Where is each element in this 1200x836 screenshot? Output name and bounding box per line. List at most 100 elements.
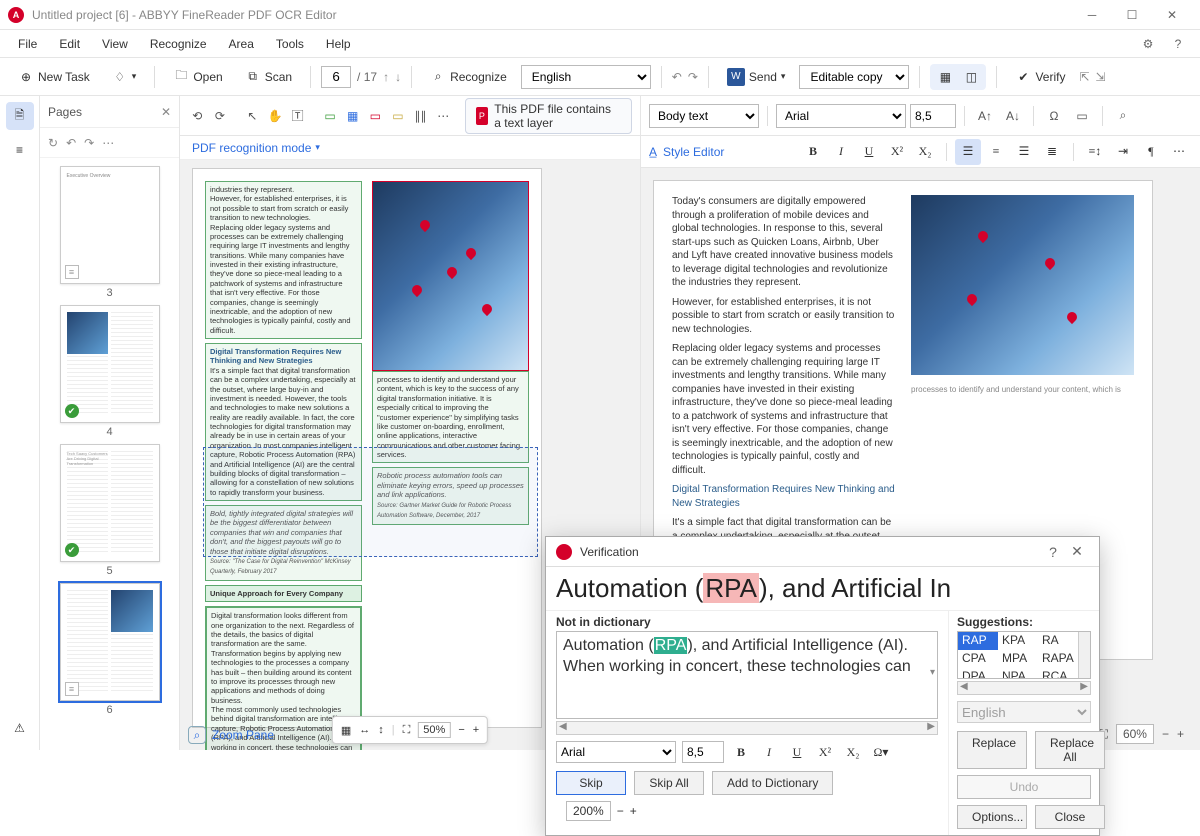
skip-all-button[interactable]: Skip All bbox=[634, 771, 704, 795]
thumb-redo-icon[interactable]: ↷ bbox=[84, 136, 94, 150]
pdf-mode-label[interactable]: PDF recognition mode bbox=[192, 141, 311, 155]
dialog-close-icon[interactable]: ✕ bbox=[1065, 543, 1089, 560]
picture-area[interactable] bbox=[372, 181, 529, 371]
menu-tools[interactable]: Tools bbox=[266, 33, 314, 55]
new-task-button[interactable]: ⊕New Task bbox=[10, 65, 98, 89]
menu-view[interactable]: View bbox=[92, 33, 138, 55]
thumb-5[interactable]: Tech Saavy Customers Are Driving Digital… bbox=[60, 444, 160, 577]
menu-recognize[interactable]: Recognize bbox=[140, 33, 217, 55]
area-table-icon[interactable]: ▦ bbox=[343, 103, 362, 129]
scroll-down-icon[interactable]: ▾ bbox=[930, 666, 935, 679]
picture-icon[interactable]: ▭ bbox=[1070, 104, 1094, 128]
thumb-6[interactable]: ≡6 bbox=[60, 583, 160, 716]
font-select[interactable]: Arial bbox=[776, 104, 906, 128]
thumb-4[interactable]: ✔4 bbox=[60, 305, 160, 438]
area-text-icon[interactable]: ▭ bbox=[321, 103, 340, 129]
next-error-icon[interactable]: ⇲ bbox=[1096, 70, 1106, 84]
replace-all-button[interactable]: Replace All bbox=[1035, 731, 1105, 769]
redo-icon[interactable]: ↷ bbox=[688, 70, 698, 84]
language-select[interactable]: English bbox=[521, 65, 651, 89]
undo-button[interactable]: Undo bbox=[957, 775, 1091, 799]
hand-icon[interactable]: ✋ bbox=[266, 103, 285, 129]
indent-icon[interactable]: ⇥ bbox=[1110, 139, 1136, 165]
stack-button[interactable]: ♢▾ bbox=[104, 65, 145, 89]
verification-textarea[interactable]: Automation (RPA), and Artificial Intelli… bbox=[556, 631, 938, 719]
verif-font-select[interactable]: Arial bbox=[556, 741, 676, 763]
subscript-icon[interactable]: X₂ bbox=[842, 741, 864, 763]
mode-list[interactable]: ≡ bbox=[6, 136, 34, 164]
subscript-icon[interactable]: X₂ bbox=[912, 139, 938, 165]
help-icon[interactable]: ? bbox=[1164, 32, 1192, 56]
send-button[interactable]: WSend▾ bbox=[719, 64, 794, 90]
save-mode-select[interactable]: Editable copy bbox=[799, 65, 909, 89]
menu-help[interactable]: Help bbox=[316, 33, 361, 55]
zoom-pane-toggle[interactable]: ⌕ Zoom Pane bbox=[188, 726, 274, 744]
minimize-button[interactable]: ─ bbox=[1072, 1, 1112, 29]
page-up-icon[interactable]: ↑ bbox=[383, 70, 389, 84]
area-background-icon[interactable]: ▭ bbox=[389, 103, 408, 129]
suggestions-hscroll[interactable] bbox=[957, 681, 1091, 695]
zoom-in-icon[interactable]: + bbox=[1177, 727, 1184, 741]
area-barcode-icon[interactable]: ∥∥ bbox=[411, 103, 430, 129]
align-center-icon[interactable]: ≡ bbox=[983, 139, 1009, 165]
select-text-icon[interactable]: 🅃 bbox=[288, 103, 307, 129]
search-icon[interactable]: ⌕ bbox=[1111, 104, 1135, 128]
textarea-hscroll[interactable] bbox=[556, 721, 938, 735]
prev-error-icon[interactable]: ⇱ bbox=[1079, 70, 1089, 84]
fullscreen-icon[interactable]: ⛶ bbox=[403, 724, 411, 737]
thumb-3[interactable]: Executive Overview≡3 bbox=[60, 166, 160, 299]
zoom-in-icon[interactable]: + bbox=[630, 804, 637, 818]
view-image-icon[interactable]: ▦ bbox=[932, 66, 958, 88]
thumb-refresh-icon[interactable]: ↻ bbox=[48, 136, 58, 150]
verify-button[interactable]: ✔Verify bbox=[1007, 65, 1073, 89]
rotate-left-icon[interactable]: ⟲ bbox=[188, 103, 207, 129]
grid-icon[interactable]: ▦ bbox=[341, 724, 351, 737]
view-split-icon[interactable]: ◫ bbox=[958, 66, 984, 88]
verif-zoom-value[interactable]: 200% bbox=[566, 801, 611, 821]
fit-page-icon[interactable]: ↕ bbox=[378, 724, 384, 736]
more-format-icon[interactable]: ⋯ bbox=[1166, 139, 1192, 165]
superscript-icon[interactable]: X² bbox=[814, 741, 836, 763]
verif-language-select[interactable]: English bbox=[957, 701, 1091, 723]
menu-file[interactable]: File bbox=[8, 33, 47, 55]
text-zoom-value[interactable]: 60% bbox=[1116, 724, 1154, 744]
selection-overlay[interactable] bbox=[203, 447, 538, 557]
italic-icon[interactable]: I bbox=[828, 139, 854, 165]
thumb-more-icon[interactable]: ⋯ bbox=[102, 136, 114, 150]
close-button[interactable]: ✕ bbox=[1152, 1, 1192, 29]
page-down-icon[interactable]: ↓ bbox=[395, 70, 401, 84]
zoom-out-icon[interactable]: − bbox=[458, 724, 464, 736]
pages-close-icon[interactable]: ✕ bbox=[161, 105, 171, 119]
superscript-icon[interactable]: X² bbox=[884, 139, 910, 165]
open-button[interactable]: 🗀Open bbox=[165, 65, 230, 89]
area-more-icon[interactable]: ⋯ bbox=[434, 103, 453, 129]
show-marks-icon[interactable]: ¶ bbox=[1138, 139, 1164, 165]
bold-icon[interactable]: B bbox=[800, 139, 826, 165]
replace-button[interactable]: Replace bbox=[957, 731, 1027, 769]
decrease-font-icon[interactable]: A↓ bbox=[1001, 104, 1025, 128]
style-editor-icon[interactable]: A̲ bbox=[649, 145, 657, 159]
undo-icon[interactable]: ↶ bbox=[672, 70, 682, 84]
rotate-right-icon[interactable]: ⟳ bbox=[211, 103, 230, 129]
settings-icon[interactable]: ⚙ bbox=[1134, 32, 1162, 56]
underline-icon[interactable]: U bbox=[786, 741, 808, 763]
suggestions-list[interactable]: RAPKPARA CPAMPARAPA DPANPARCA GPAPAREA bbox=[957, 631, 1091, 679]
menu-area[interactable]: Area bbox=[219, 33, 264, 55]
style-editor-link[interactable]: Style Editor bbox=[663, 145, 724, 159]
pointer-icon[interactable]: ↖ bbox=[243, 103, 262, 129]
omega-icon[interactable]: Ω▾ bbox=[870, 741, 892, 763]
fit-width-icon[interactable]: ↔ bbox=[359, 724, 370, 736]
maximize-button[interactable]: ☐ bbox=[1112, 1, 1152, 29]
recognize-button[interactable]: ⌕Recognize bbox=[422, 65, 515, 89]
options-button[interactable]: Options... bbox=[957, 805, 1027, 829]
zoom-value[interactable]: 50% bbox=[418, 722, 450, 738]
align-justify-icon[interactable]: ≣ bbox=[1039, 139, 1065, 165]
scan-button[interactable]: ⧉Scan bbox=[237, 65, 300, 89]
align-right-icon[interactable]: ☰ bbox=[1011, 139, 1037, 165]
bold-icon[interactable]: B bbox=[730, 741, 752, 763]
verif-size-input[interactable] bbox=[682, 741, 724, 763]
page-number-input[interactable] bbox=[321, 66, 351, 88]
mode-pages[interactable]: 🗎 bbox=[6, 102, 34, 130]
document-page[interactable]: industries they represent.However, for e… bbox=[192, 168, 542, 728]
zoom-in-icon[interactable]: + bbox=[473, 724, 479, 736]
